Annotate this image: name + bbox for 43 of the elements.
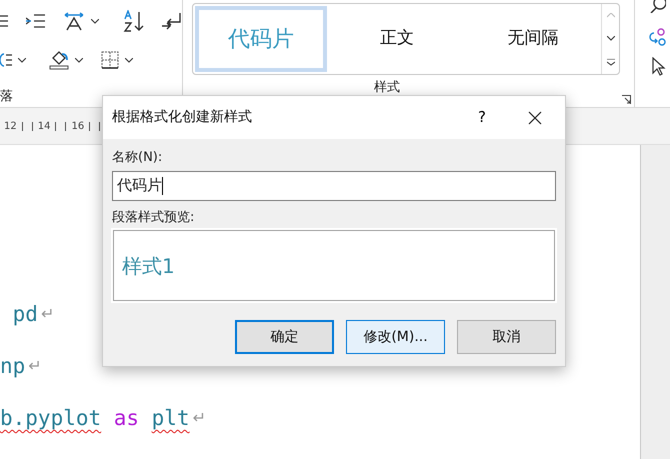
group-label: 落 [0, 89, 13, 106]
group-label: 样式 [374, 80, 400, 96]
code-text: pd [12, 301, 38, 328]
paragraph-mark: ↵ [28, 355, 42, 377]
expand-icon[interactable] [606, 58, 614, 66]
dialog-button[interactable]: 取消 [457, 320, 556, 354]
borders-icon[interactable] [101, 51, 119, 69]
dialog-launcher-icon[interactable] [622, 95, 631, 104]
name-field[interactable]: 代码片 [112, 170, 556, 200]
dialog-button[interactable]: 修改(M)... [346, 320, 445, 354]
caret-icon[interactable] [91, 18, 99, 24]
indent-icon[interactable] [26, 13, 46, 29]
paragraph-mark: ↵ [192, 407, 206, 429]
shading-icon[interactable] [49, 50, 69, 70]
search-icon[interactable] [650, 0, 666, 13]
preview-text: 样式1 [122, 252, 175, 280]
code-text: plt [152, 405, 190, 432]
code-keyword: as [114, 405, 140, 432]
ruler-number: 16 [71, 120, 84, 134]
close-button[interactable] [528, 110, 542, 124]
align-icon[interactable] [0, 14, 8, 28]
caret-icon[interactable] [75, 58, 83, 62]
preview-label: 段落样式预览: [112, 208, 194, 226]
list-icon[interactable] [0, 53, 12, 67]
help-button[interactable]: ? [472, 106, 492, 129]
down-caret-icon[interactable] [606, 36, 614, 42]
sort-icon[interactable] [122, 10, 144, 32]
ruler-number: 12 [4, 120, 17, 134]
dialog-button[interactable]: 确定 [235, 320, 334, 354]
style-item[interactable]: 无间隔 [465, 4, 601, 74]
select-icon[interactable] [652, 57, 666, 76]
caret-icon[interactable] [18, 58, 26, 62]
code-text: np [0, 353, 26, 380]
dialog-title: 根据格式化创建新样式 [112, 108, 252, 127]
ruler-number: 14 [38, 120, 50, 134]
code-text: b.pyplot [0, 405, 102, 432]
name-label: 名称(N): [112, 149, 162, 167]
caret-icon[interactable] [125, 58, 133, 62]
replace-icon[interactable] [648, 27, 666, 47]
line-break-icon[interactable] [162, 12, 182, 30]
text-direction-icon[interactable] [63, 11, 85, 31]
paragraph-mark: ↵ [40, 303, 54, 325]
style-item[interactable]: 正文 [329, 4, 465, 74]
